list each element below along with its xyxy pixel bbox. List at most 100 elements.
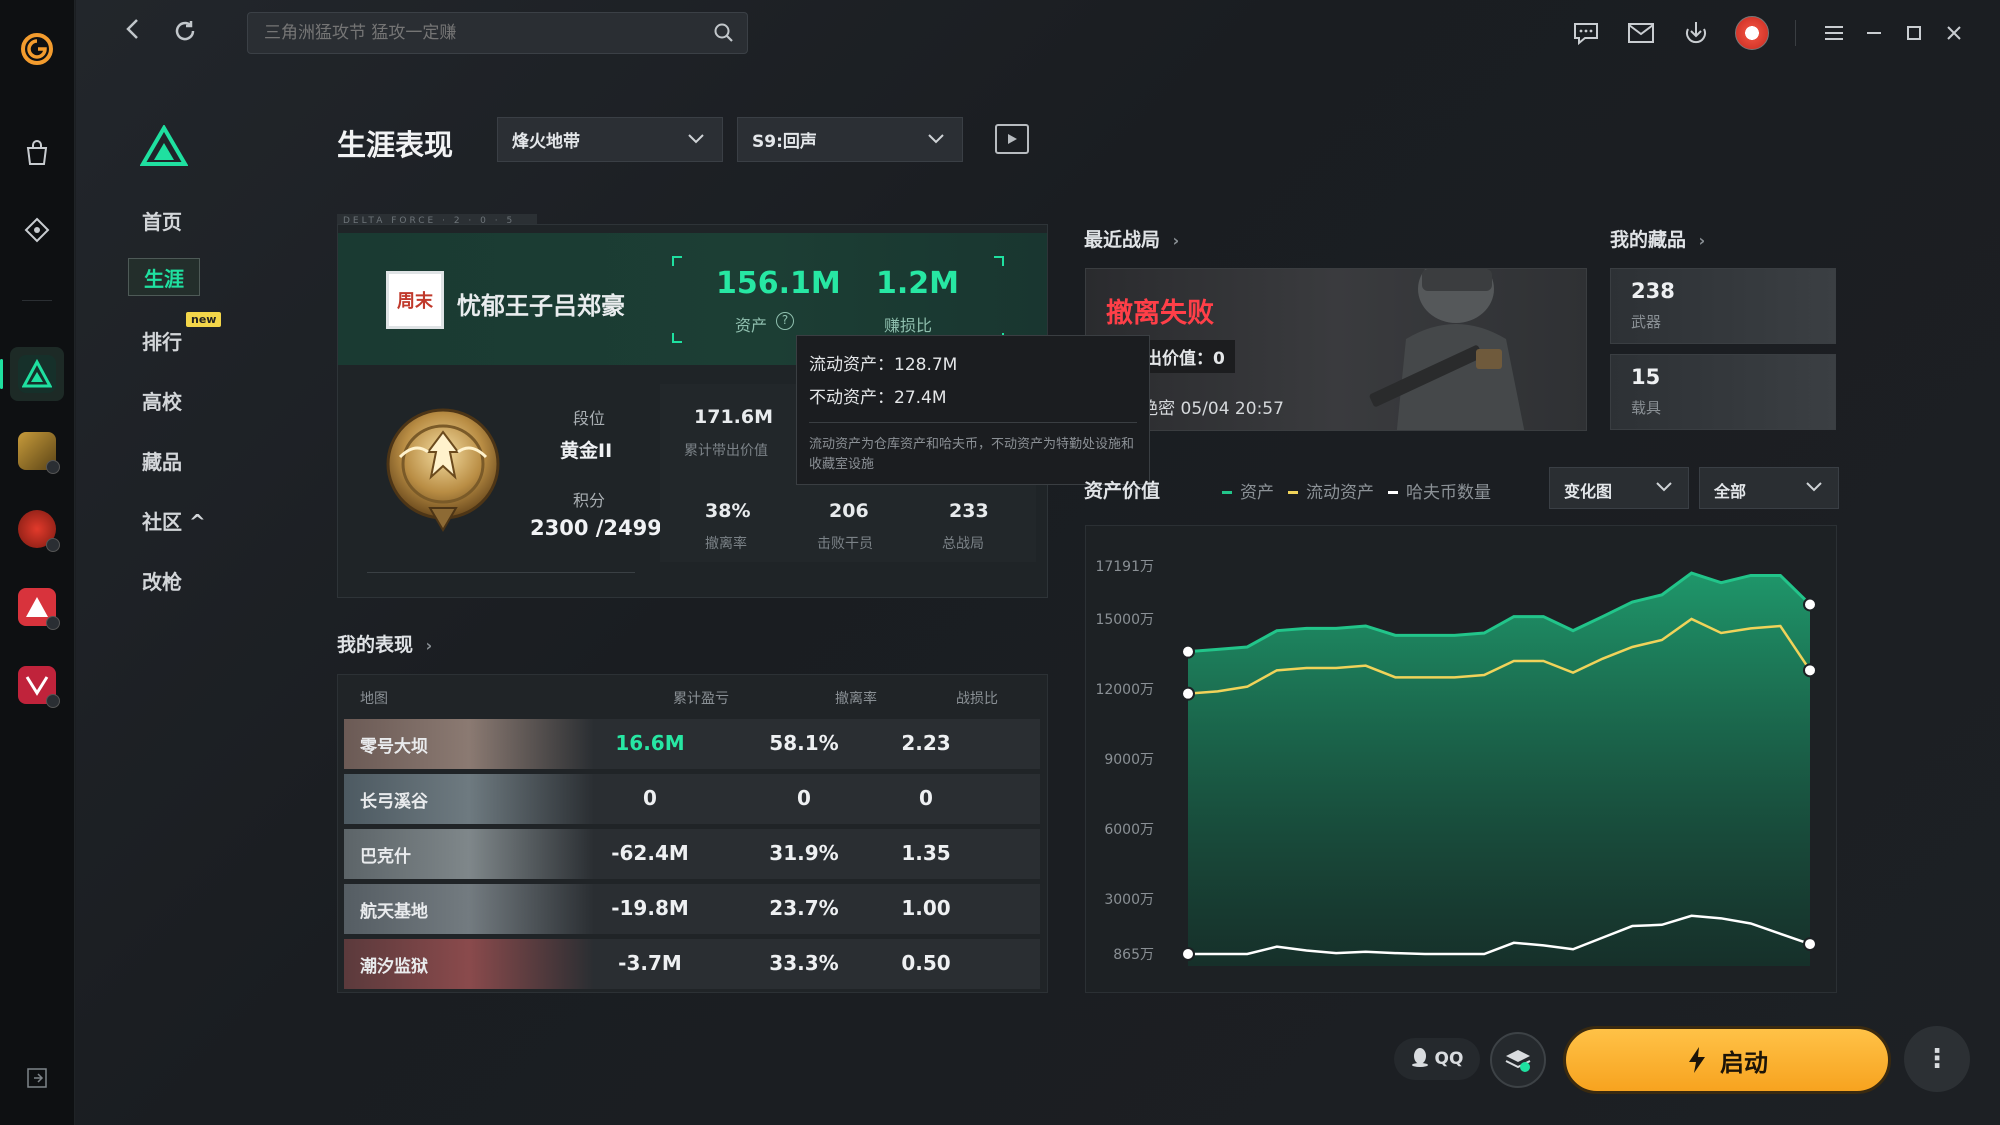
subnav-community[interactable]: 社区 ^: [142, 506, 206, 535]
chart-view-value: 变化图: [1564, 482, 1613, 501]
delta-force-game-icon[interactable]: [0, 347, 64, 401]
download-icon: [46, 694, 60, 708]
subnav-home[interactable]: 首页: [142, 206, 182, 235]
restore-icon[interactable]: [1899, 18, 1929, 48]
chat-icon[interactable]: [1571, 18, 1601, 48]
soldier-illustration: [1369, 269, 1525, 430]
extract-rate-label: 撤离率: [705, 536, 747, 552]
performance-title[interactable]: 我的表现 ›: [337, 630, 432, 657]
series-assets-endpoint[interactable]: [1181, 644, 1195, 659]
store-bag-icon[interactable]: [10, 126, 64, 180]
bracket-corner: [994, 256, 1004, 266]
league-game-icon[interactable]: [10, 424, 64, 478]
series-liquid-endpoint[interactable]: [1803, 663, 1817, 678]
total-extract-label: 累计带出价值: [684, 443, 768, 459]
recent-matches-title[interactable]: 最近战局 ›: [1084, 225, 1179, 252]
profit-cell: -19.8M: [611, 896, 689, 920]
season-select[interactable]: S9:回声: [737, 117, 963, 162]
expand-rail-icon[interactable]: [10, 1052, 64, 1104]
subnav-ranking[interactable]: 排行: [142, 326, 182, 355]
game-tag-icon[interactable]: [10, 203, 64, 257]
series-liquid-endpoint[interactable]: [1181, 686, 1195, 701]
apex-game-icon[interactable]: [10, 580, 64, 634]
assets-value: 156.1M: [716, 266, 841, 301]
collection-title[interactable]: 我的藏品 ›: [1610, 225, 1705, 252]
help-icon[interactable]: ?: [776, 312, 794, 330]
refresh-icon[interactable]: [172, 18, 198, 48]
search-icon[interactable]: [713, 22, 735, 48]
kd-cell: 2.23: [901, 731, 951, 755]
series-haf-endpoint[interactable]: [1803, 937, 1817, 952]
table-row[interactable]: 长弓溪谷 0 0 0: [344, 774, 1040, 824]
chart-view-select[interactable]: 变化图: [1549, 467, 1689, 509]
chevron-down-icon: [926, 128, 946, 153]
player-avatar[interactable]: 周末: [386, 271, 444, 329]
subnav-college[interactable]: 高校: [142, 386, 182, 415]
qq-penguin-icon: [1411, 1047, 1429, 1072]
series-assets-endpoint[interactable]: [1803, 597, 1817, 612]
y-tick-label: 9000万: [1104, 752, 1154, 768]
chevron-right-icon: ›: [1172, 231, 1180, 250]
search-box[interactable]: [247, 12, 748, 54]
qq-login-button[interactable]: QQ: [1394, 1038, 1480, 1080]
rank-medal-icon: [380, 402, 506, 542]
y-tick-label: 17191万: [1095, 559, 1154, 575]
table-row[interactable]: 潮汐监狱 -3.7M 33.3% 0.50: [344, 939, 1040, 989]
earn-loss-ratio-value: 1.2M: [876, 266, 959, 301]
score-value: 2300 /2499: [530, 516, 662, 540]
rail-divider: [22, 300, 52, 301]
search-input[interactable]: [264, 23, 694, 43]
y-tick-label: 15000万: [1095, 612, 1154, 628]
legend-swatch: [1388, 491, 1398, 494]
asset-chart[interactable]: 865万 3000万 6000万 9000万 12000万 15000万 17191万: [1086, 526, 1838, 994]
table-row[interactable]: 航天基地 -19.8M 23.7% 1.00: [344, 884, 1040, 934]
collection-weapons[interactable]: 238 武器: [1610, 268, 1836, 344]
crossfire-game-icon[interactable]: [10, 502, 64, 556]
app-logo-icon[interactable]: [10, 22, 64, 76]
asset-chart-title: 资产价值: [1084, 480, 1161, 502]
subnav-gunsmith[interactable]: 改枪: [142, 566, 182, 595]
launch-game-button[interactable]: 启动: [1563, 1026, 1891, 1094]
new-badge: new: [186, 312, 222, 327]
performance-title-text: 我的表现: [337, 634, 414, 656]
subnav-career[interactable]: 生涯: [128, 258, 200, 296]
more-options-button[interactable]: ⋮: [1904, 1026, 1970, 1092]
table-row[interactable]: 巴克什 -62.4M 31.9% 1.35: [344, 829, 1040, 879]
extract-cell: 0: [797, 786, 811, 810]
col-header-profit: 累计盈亏: [673, 691, 729, 707]
minimize-icon[interactable]: [1859, 18, 1889, 48]
recent-matches-title-text: 最近战局: [1084, 229, 1161, 251]
tooltip-divider: [809, 422, 1137, 423]
legend-liquid[interactable]: 流动资产: [1288, 478, 1374, 503]
kd-cell: 1.00: [901, 896, 951, 920]
legend-assets[interactable]: 资产: [1222, 478, 1274, 503]
legend-swatch: [1288, 491, 1298, 494]
back-arrow-icon[interactable]: [122, 14, 144, 51]
qq-label: QQ: [1434, 1049, 1464, 1069]
replay-share-icon[interactable]: [995, 124, 1029, 154]
legend-liquid-label: 流动资产: [1306, 482, 1374, 503]
menu-icon[interactable]: [1819, 18, 1849, 48]
kd-cell: 1.35: [901, 841, 951, 865]
user-avatar[interactable]: [1735, 16, 1769, 50]
series-haf-endpoint[interactable]: [1181, 947, 1195, 961]
chart-range-select[interactable]: 全部: [1699, 467, 1839, 509]
launch-label: 启动: [1720, 1048, 1768, 1077]
legend-swatch: [1222, 491, 1232, 494]
extract-cell: 23.7%: [769, 896, 839, 920]
mode-select[interactable]: 烽火地带: [497, 117, 723, 162]
valorant-game-icon[interactable]: [10, 658, 64, 712]
subnav-collection[interactable]: 藏品: [142, 446, 182, 475]
download-manager-icon[interactable]: [1681, 18, 1711, 48]
legend-haf[interactable]: 哈夫币数量: [1388, 478, 1491, 503]
table-row[interactable]: 零号大坝 16.6M 58.1% 2.23: [344, 719, 1040, 769]
map-name: 巴克什: [360, 847, 411, 867]
match-result: 撤离失败: [1106, 298, 1214, 329]
extract-cell: 33.3%: [769, 951, 839, 975]
layers-button[interactable]: [1490, 1032, 1546, 1088]
collection-vehicles[interactable]: 15 载具: [1610, 354, 1836, 430]
close-icon[interactable]: [1939, 18, 1969, 48]
asset-chart-panel: 865万 3000万 6000万 9000万 12000万 15000万 17191万: [1085, 525, 1837, 993]
col-header-map: 地图: [360, 691, 388, 707]
mail-icon[interactable]: [1626, 18, 1656, 48]
